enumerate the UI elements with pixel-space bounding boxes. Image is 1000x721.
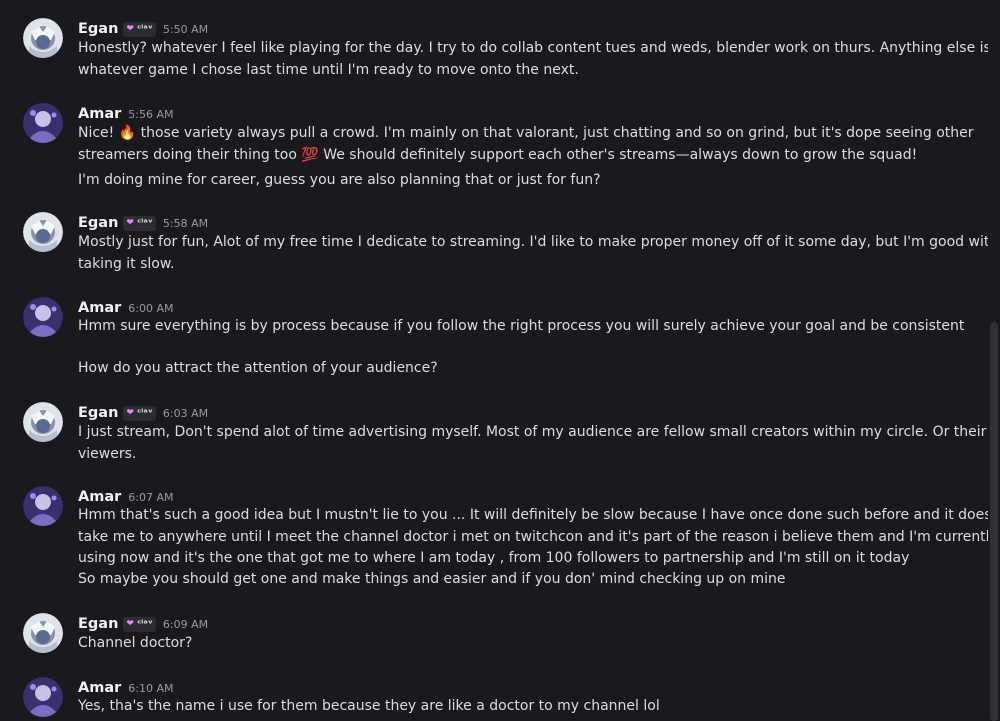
scrollbar-thumb[interactable] — [990, 322, 998, 721]
guild-tag-text: ᶜˡᵃᵛ — [136, 217, 153, 229]
username[interactable]: Egan — [78, 616, 118, 632]
scrollbar-track[interactable] — [988, 0, 1000, 721]
message-text-line: So maybe you should get one and make thi… — [78, 571, 786, 587]
guild-tag-text: ᶜˡᵃᵛ — [136, 618, 153, 630]
guild-tag-badge[interactable]: ❤ ᶜˡᵃᵛ — [123, 405, 156, 421]
message-text-line: streamers doing their thing too 💯 We sho… — [78, 147, 918, 163]
avatar-egan[interactable] — [23, 212, 63, 252]
message-header: Amar 6:07 AM — [78, 487, 174, 507]
username[interactable]: Amar — [78, 489, 121, 505]
heart-icon: ❤ — [126, 23, 134, 34]
guild-tag-badge[interactable]: ❤ ᶜˡᵃᵛ — [123, 215, 156, 231]
username[interactable]: Amar — [78, 106, 121, 122]
chat-message-list: Egan ❤ ᶜˡᵃᵛ 5:50 AM Honestly? whatever I … — [0, 0, 1000, 721]
message-header: Egan ❤ ᶜˡᵃᵛ 6:03 AM — [78, 403, 208, 423]
username[interactable]: Egan — [78, 21, 118, 37]
message-header: Egan ❤ ᶜˡᵃᵛ 6:09 AM — [78, 614, 208, 634]
message-text-line: whatever game I chose last time until I'… — [78, 62, 579, 78]
guild-tag-text: ᶜˡᵃᵛ — [136, 23, 153, 35]
message-text-line: How do you attract the attention of your… — [78, 360, 438, 376]
timestamp: 5:58 AM — [162, 216, 209, 230]
message-text-line: Yes, tha's the name i use for them becau… — [78, 698, 660, 714]
timestamp: 6:07 AM — [128, 490, 174, 504]
message-text-line: taking it slow. — [78, 256, 175, 272]
avatar-amar[interactable] — [23, 486, 63, 526]
heart-icon: ❤ — [126, 407, 134, 418]
avatar-amar[interactable] — [23, 677, 63, 717]
timestamp: 6:10 AM — [128, 681, 174, 695]
message-header: Amar 5:56 AM — [78, 104, 174, 124]
timestamp: 5:56 AM — [128, 107, 174, 121]
heart-icon: ❤ — [126, 217, 134, 228]
avatar-egan[interactable] — [23, 18, 63, 58]
message-text-line: Mostly just for fun, Alot of my free tim… — [78, 234, 999, 250]
message-header: Amar 6:00 AM — [78, 298, 174, 318]
avatar-egan[interactable] — [23, 402, 63, 442]
message-text-line: take me to anywhere until I meet the cha… — [78, 529, 998, 545]
username[interactable]: Amar — [78, 300, 121, 316]
guild-tag-badge[interactable]: ❤ ᶜˡᵃᵛ — [123, 616, 156, 632]
timestamp: 6:09 AM — [162, 617, 209, 631]
message-text-line: Hmm that's such a good idea but I mustn'… — [78, 507, 1000, 523]
message-header: Egan ❤ ᶜˡᵃᵛ 5:58 AM — [78, 213, 208, 233]
username[interactable]: Egan — [78, 405, 118, 421]
message-text-line: I just stream, Don't spend alot of time … — [78, 424, 987, 440]
guild-tag-badge[interactable]: ❤ ᶜˡᵃᵛ — [123, 21, 156, 37]
heart-icon: ❤ — [126, 618, 134, 629]
avatar-amar[interactable] — [23, 103, 63, 143]
timestamp: 6:00 AM — [128, 301, 174, 315]
message-header: Amar 6:10 AM — [78, 678, 174, 698]
username[interactable]: Egan — [78, 215, 118, 231]
timestamp: 6:03 AM — [162, 406, 209, 420]
avatar-amar[interactable] — [23, 297, 63, 337]
message-text-line: I'm doing mine for career, guess you are… — [78, 172, 601, 188]
message-header: Egan ❤ ᶜˡᵃᵛ 5:50 AM — [78, 19, 208, 39]
message-text-line: Nice! 🔥 those variety always pull a crow… — [78, 125, 974, 141]
avatar-egan[interactable] — [23, 613, 63, 653]
message-text-line: Channel doctor? — [78, 635, 193, 651]
timestamp: 5:50 AM — [162, 22, 209, 36]
message-text-line: using now and it's the one that got me t… — [78, 550, 910, 566]
message-text-line: viewers. — [78, 446, 137, 462]
message-text-line: Honestly? whatever I feel like playing f… — [78, 40, 991, 56]
message-text-line: Hmm sure everything is by process becaus… — [78, 318, 965, 334]
guild-tag-text: ᶜˡᵃᵛ — [136, 407, 153, 419]
username[interactable]: Amar — [78, 680, 121, 696]
